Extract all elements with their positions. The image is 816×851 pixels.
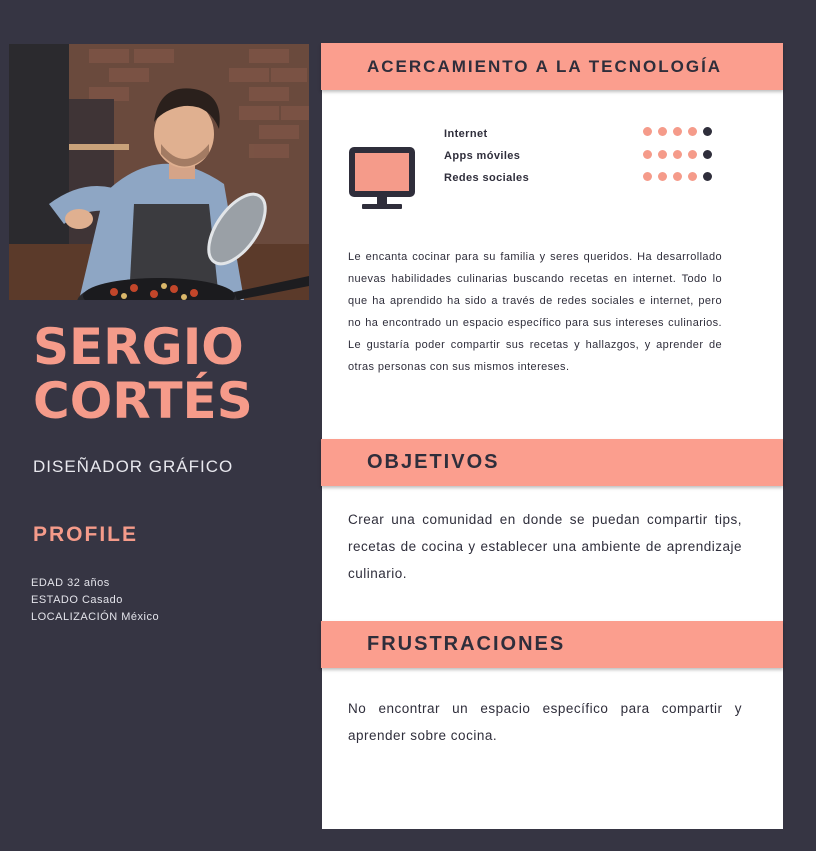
monitor-icon [349, 147, 415, 209]
tech-banner: ACERCAMIENTO A LA TECNOLOGÍA [321, 43, 783, 90]
bio-text: Le encanta cocinar para su familia y ser… [348, 251, 722, 373]
tech-title: ACERCAMIENTO A LA TECNOLOGÍA [367, 57, 723, 76]
skill-label-social: Redes sociales [444, 172, 530, 184]
person-name: SERGIO CORTÉS [33, 320, 253, 428]
rating-dot-empty [703, 172, 712, 181]
skill-label-apps: Apps móviles [444, 150, 521, 162]
rating-dot-filled [673, 172, 682, 181]
rating-dot-filled [688, 172, 697, 181]
last-name: CORTÉS [33, 372, 253, 430]
skill-rating-apps [643, 150, 712, 159]
skill-rating-social [643, 172, 712, 181]
objectives-title: OBJETIVOS [367, 451, 500, 473]
frustrations-text: No encontrar un espacio específico para … [348, 701, 742, 743]
profile-heading: PROFILE [33, 523, 139, 546]
rating-dot-filled [643, 172, 652, 181]
profile-item-location: LOCALIZACIÓN México [31, 611, 160, 623]
rating-dot-empty [703, 127, 712, 136]
objectives-text: Crear una comunidad en donde se puedan c… [348, 512, 742, 581]
rating-dot-filled [658, 172, 667, 181]
rating-dot-filled [643, 150, 652, 159]
rating-dot-filled [673, 150, 682, 159]
frustrations-banner: FRUSTRACIONES [321, 621, 783, 668]
objectives-banner: OBJETIVOS [321, 439, 783, 486]
rating-dot-filled [673, 127, 682, 136]
tech-panel [322, 44, 783, 439]
first-name: SERGIO [33, 318, 244, 376]
profile-item-age: EDAD 32 años [31, 577, 110, 589]
rating-dot-empty [703, 150, 712, 159]
frustrations-title: FRUSTRACIONES [367, 633, 566, 655]
rating-dot-filled [658, 127, 667, 136]
profile-item-status: ESTADO Casado [31, 594, 123, 606]
skill-label-internet: Internet [444, 128, 488, 140]
rating-dot-filled [643, 127, 652, 136]
rating-dot-filled [688, 150, 697, 159]
rating-dot-filled [688, 127, 697, 136]
skill-rating-internet [643, 127, 712, 136]
profile-photo [9, 44, 309, 300]
rating-dot-filled [658, 150, 667, 159]
person-role: DISEÑADOR GRÁFICO [33, 457, 234, 476]
profile-list: EDAD 32 años ESTADO Casado LOCALIZACIÓN … [31, 575, 159, 626]
